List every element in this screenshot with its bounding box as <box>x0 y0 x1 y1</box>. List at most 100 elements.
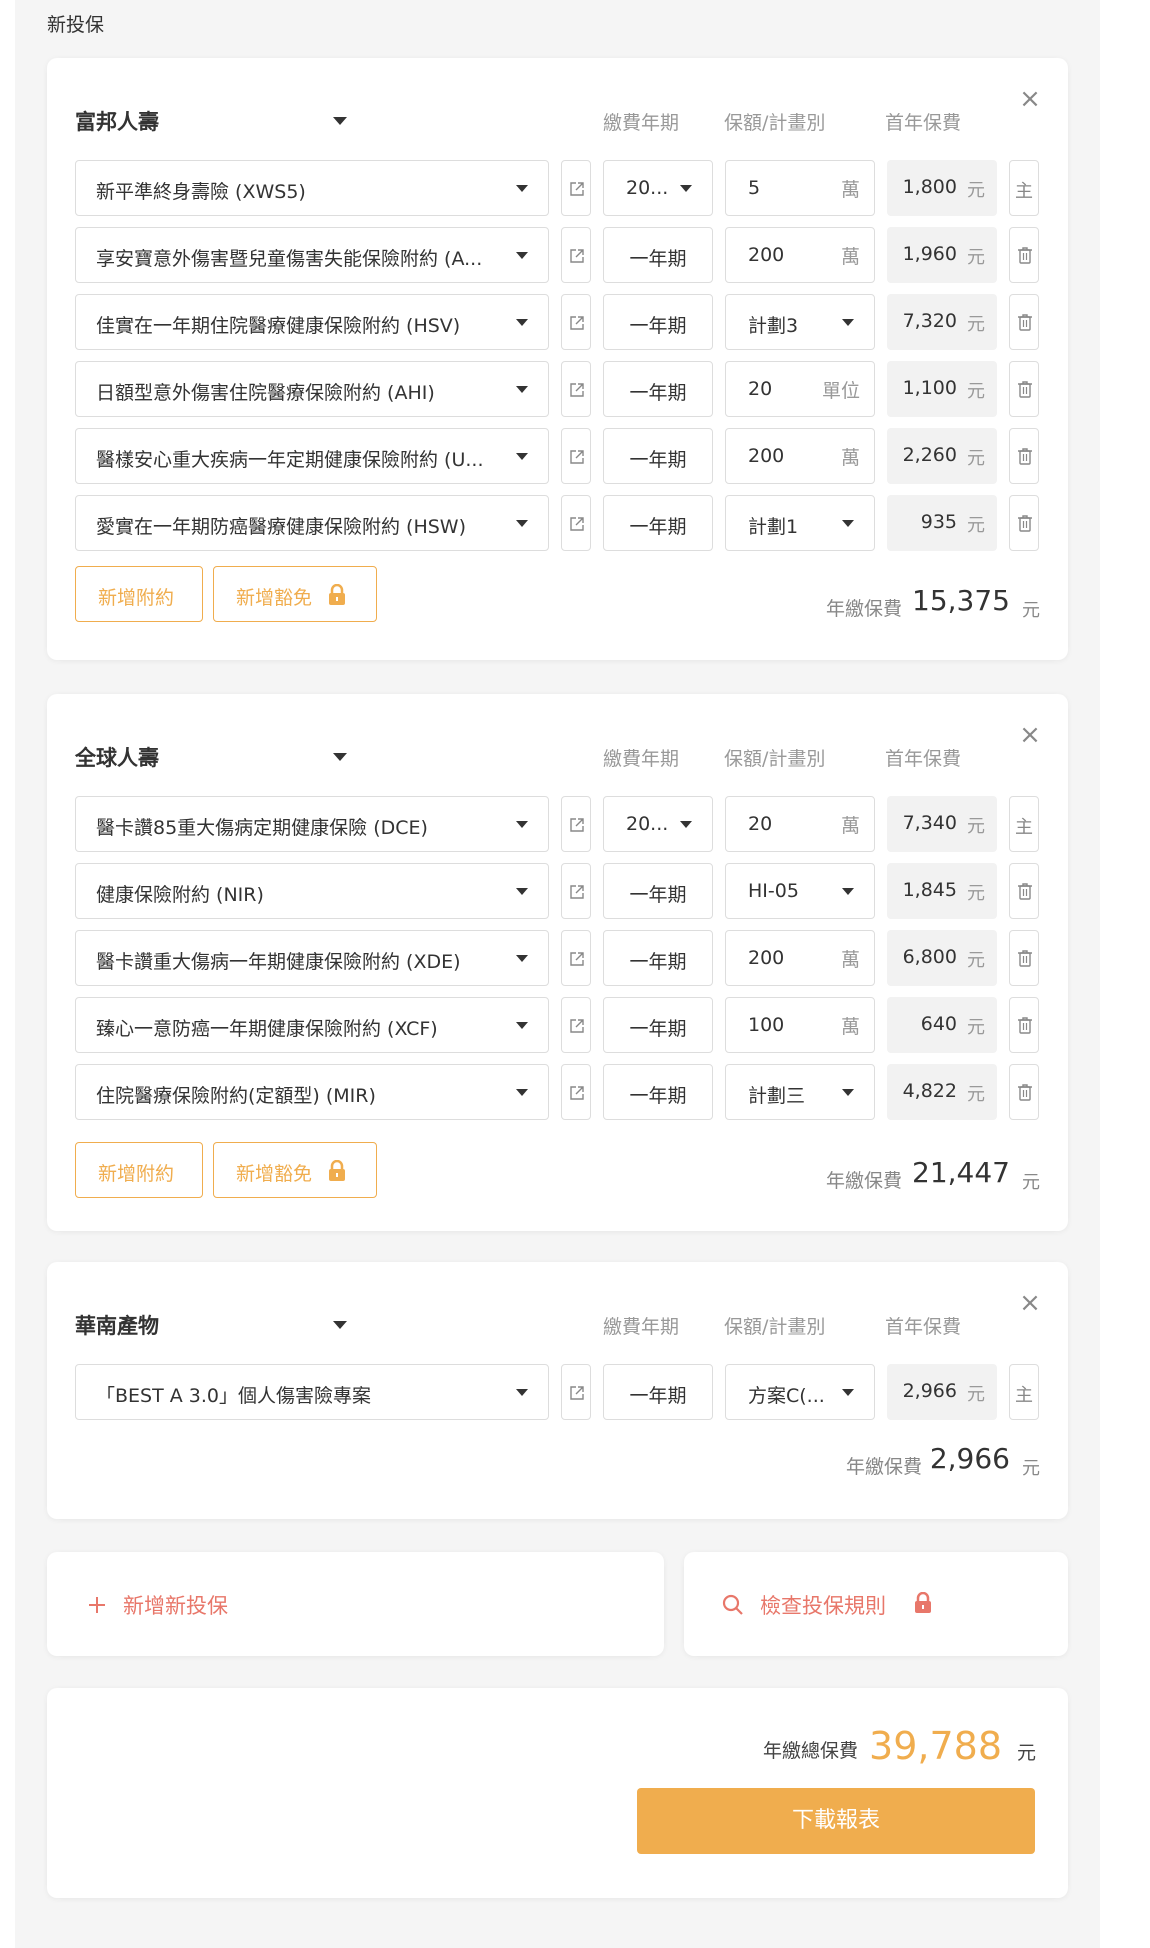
payment-years-field[interactable]: 一年期 <box>603 428 713 484</box>
coverage-row: 佳實在一年期住院醫療健康保險附約 (HSV) 一年期 計劃3 7,320 元 <box>75 294 1039 350</box>
plan-select[interactable]: 方案C(... <box>725 1364 875 1420</box>
delete-row-button[interactable] <box>1009 930 1039 986</box>
coverage-amount-input[interactable]: 200 萬 <box>725 227 875 283</box>
currency-unit: 元 <box>967 950 985 971</box>
coverage-unit: 萬 <box>840 949 860 971</box>
caret-down-icon[interactable] <box>333 117 347 125</box>
payment-years-value: 20... <box>626 177 669 199</box>
payment-years-field[interactable]: 一年期 <box>603 997 713 1053</box>
payment-years-field[interactable]: 一年期 <box>603 930 713 986</box>
coverage-amount-value: 200 <box>748 244 785 266</box>
payment-years-field[interactable]: 20... <box>603 796 713 852</box>
caret-down-icon <box>516 1089 528 1096</box>
open-product-link-button[interactable] <box>561 997 591 1053</box>
open-product-link-button[interactable] <box>561 495 591 551</box>
product-select[interactable]: 「BEST A 3.0」個人傷害險專案 <box>75 1364 549 1420</box>
payment-years-field[interactable]: 一年期 <box>603 361 713 417</box>
product-select[interactable]: 住院醫療保險附約(定額型) (MIR) <box>75 1064 549 1120</box>
payment-years-field[interactable]: 一年期 <box>603 495 713 551</box>
open-product-link-button[interactable] <box>561 863 591 919</box>
delete-row-button[interactable] <box>1009 1064 1039 1120</box>
add-rider-button[interactable]: 新增附約 <box>75 1142 203 1198</box>
premium-value: 6,800 <box>902 946 957 968</box>
app-container: 新投保 × 富邦人壽 繳費年期 保額/計畫別 首年保費 新平準終身壽險 (XWS… <box>15 0 1100 1948</box>
open-product-link-button[interactable] <box>561 930 591 986</box>
caret-down-icon[interactable] <box>333 753 347 761</box>
product-select[interactable]: 新平準終身壽險 (XWS5) <box>75 160 549 216</box>
company-select[interactable]: 富邦人壽 <box>75 106 159 136</box>
open-product-link-button[interactable] <box>561 361 591 417</box>
product-select[interactable]: 醫卡讚重大傷病一年期健康保險附約 (XDE) <box>75 930 549 986</box>
payment-years-field[interactable]: 一年期 <box>603 294 713 350</box>
delete-row-button[interactable] <box>1009 863 1039 919</box>
add-rider-button[interactable]: 新增附約 <box>75 566 203 622</box>
open-product-link-button[interactable] <box>561 428 591 484</box>
caret-down-icon <box>516 888 528 895</box>
column-header-years: 繳費年期 <box>603 1316 680 1338</box>
product-select[interactable]: 醫卡讚85重大傷病定期健康保險 (DCE) <box>75 796 549 852</box>
currency-unit: 元 <box>967 381 985 402</box>
product-select[interactable]: 享安寶意外傷害暨兒童傷害失能保險附約 (A... <box>75 227 549 283</box>
caret-down-icon[interactable] <box>333 1321 347 1329</box>
payment-years-field[interactable]: 一年期 <box>603 1364 713 1420</box>
add-waiver-button[interactable]: 新增豁免 <box>213 566 377 622</box>
premium-value: 4,822 <box>902 1080 957 1102</box>
coverage-amount-input[interactable]: 5萬 <box>725 160 875 216</box>
check-rules-button[interactable]: 檢查投保規則 <box>684 1552 1068 1656</box>
open-product-link-button[interactable] <box>561 1064 591 1120</box>
trash-icon <box>1018 1017 1032 1034</box>
payment-years-field[interactable]: 一年期 <box>603 1064 713 1120</box>
lock-icon <box>915 1592 931 1613</box>
product-select[interactable]: 佳實在一年期住院醫療健康保險附約 (HSV) <box>75 294 549 350</box>
plus-icon <box>89 1597 105 1613</box>
external-link-icon <box>570 1086 584 1100</box>
product-select[interactable]: 日額型意外傷害住院醫療保險附約 (AHI) <box>75 361 549 417</box>
external-link-icon <box>570 316 584 330</box>
company-select[interactable]: 華南產物 <box>75 1310 159 1340</box>
delete-row-button[interactable] <box>1009 997 1039 1053</box>
coverage-amount-input[interactable]: 100 萬 <box>725 997 875 1053</box>
add-waiver-button[interactable]: 新增豁免 <box>213 1142 377 1198</box>
coverage-amount-input[interactable]: 200 萬 <box>725 428 875 484</box>
open-product-link-button[interactable] <box>561 796 591 852</box>
payment-years-value: 一年期 <box>629 382 687 404</box>
caret-down-icon <box>680 821 692 828</box>
coverage-amount-input[interactable]: 20 單位 <box>725 361 875 417</box>
currency-unit: 元 <box>1022 1458 1040 1479</box>
open-product-link-button[interactable] <box>561 227 591 283</box>
payment-years-value: 一年期 <box>629 1085 687 1107</box>
product-label: 臻心一意防癌一年期健康保險附約 (XCF) <box>96 1018 438 1040</box>
open-product-link-button[interactable] <box>561 294 591 350</box>
product-select[interactable]: 愛實在一年期防癌醫療健康保險附約 (HSW) <box>75 495 549 551</box>
download-report-button[interactable]: 下載報表 <box>637 1788 1035 1854</box>
plan-select[interactable]: 計劃三 <box>725 1064 875 1120</box>
delete-row-button[interactable] <box>1009 428 1039 484</box>
payment-years-field[interactable]: 20... <box>603 160 713 216</box>
open-product-link-button[interactable] <box>561 160 591 216</box>
product-select[interactable]: 醫樣安心重大疾病一年定期健康保險附約 (U... <box>75 428 549 484</box>
first-year-premium: 1,100 元 <box>887 361 997 417</box>
payment-years-field[interactable]: 一年期 <box>603 227 713 283</box>
open-product-link-button[interactable] <box>561 1364 591 1420</box>
delete-row-button[interactable] <box>1009 361 1039 417</box>
product-select[interactable]: 臻心一意防癌一年期健康保險附約 (XCF) <box>75 997 549 1053</box>
plan-select[interactable]: HI-05 <box>725 863 875 919</box>
trash-icon <box>1018 883 1032 900</box>
delete-row-button[interactable] <box>1009 495 1039 551</box>
add-new-policy-button[interactable]: 新增新投保 <box>47 1552 664 1656</box>
coverage-amount-value: HI-05 <box>748 880 799 902</box>
company-select[interactable]: 全球人壽 <box>75 742 159 772</box>
product-select[interactable]: 健康保險附約 (NIR) <box>75 863 549 919</box>
product-label: 健康保險附約 (NIR) <box>96 884 264 906</box>
column-header-amount: 保額/計畫別 <box>724 1316 826 1338</box>
coverage-amount-input[interactable]: 200 萬 <box>725 930 875 986</box>
caret-down-icon <box>516 252 528 259</box>
payment-years-field[interactable]: 一年期 <box>603 863 713 919</box>
coverage-amount-input[interactable]: 20 萬 <box>725 796 875 852</box>
plan-select[interactable]: 計劃1 <box>725 495 875 551</box>
plan-select[interactable]: 計劃3 <box>725 294 875 350</box>
caret-down-icon <box>516 185 528 192</box>
coverage-unit: 萬 <box>840 1016 860 1038</box>
delete-row-button[interactable] <box>1009 294 1039 350</box>
delete-row-button[interactable] <box>1009 227 1039 283</box>
